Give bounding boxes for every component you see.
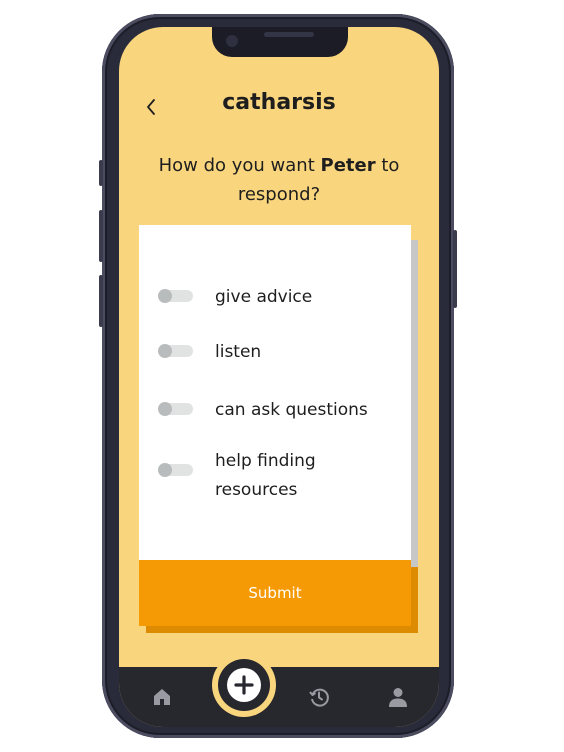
nav-home[interactable] [137,667,187,727]
options-card: give advice listen can ask questions hel… [139,225,411,560]
app-title: catharsis [222,90,336,115]
add-button[interactable] [218,659,270,711]
phone-side-button [99,210,103,262]
toggle-switch[interactable] [158,463,193,477]
option-label: help finding resources [215,451,316,500]
option-label: listen [215,342,262,362]
notch [212,27,348,57]
speaker-grille [264,32,314,37]
option-give-advice[interactable]: give advice [158,283,405,312]
phone-side-button [99,275,103,327]
nav-profile[interactable] [373,667,423,727]
question-prefix: How do you want [158,155,321,176]
option-can-ask-questions[interactable]: can ask questions [158,396,405,425]
toggle-switch[interactable] [158,289,193,303]
phone-side-button [99,160,103,186]
option-help-finding-resources[interactable]: help finding resources [158,447,355,505]
option-listen[interactable]: listen [158,338,405,367]
phone-side-button [453,230,457,308]
camera-icon [226,35,238,47]
screen: catharsis How do you want Peter to respo… [119,27,439,727]
page-question: How do you want Peter to respond? [139,151,419,209]
option-label: can ask questions [215,400,368,420]
submit-button[interactable]: Submit [139,560,411,626]
toggle-switch[interactable] [158,344,193,358]
bottom-nav [119,667,439,727]
nav-history[interactable] [294,667,344,727]
history-icon [309,688,329,707]
user-icon [389,688,407,707]
option-label: give advice [215,287,313,307]
home-icon [154,689,170,705]
contact-name: Peter [320,155,376,176]
plus-icon [227,668,261,702]
toggle-switch[interactable] [158,402,193,416]
